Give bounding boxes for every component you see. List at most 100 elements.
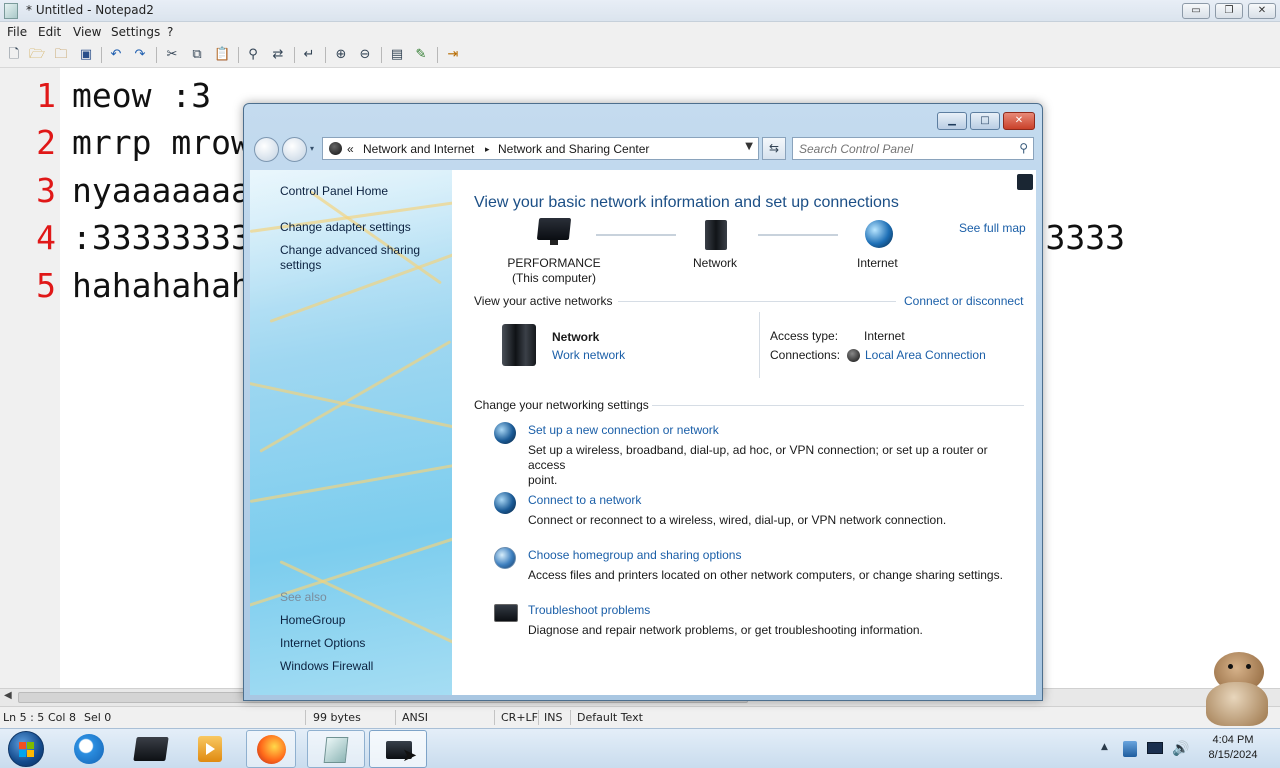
status-insert-mode: INS [544,711,563,724]
action-center-icon[interactable] [1123,741,1137,757]
windows-firewall-link[interactable]: Windows Firewall [280,659,373,674]
network-tray-icon[interactable] [1147,742,1163,754]
help-icon[interactable] [1017,174,1033,190]
search-input[interactable] [799,141,1007,157]
access-type-value: Internet [864,329,905,343]
internet-options-link[interactable]: Internet Options [280,636,365,651]
text-line[interactable]: mrrp mrow [72,123,251,162]
breadcrumb-sharing-center[interactable]: Network and Sharing Center [498,142,649,156]
network-sharing-center-window[interactable]: ▁ □ ✕ ▾ « Network and Internet ▸ Network… [243,103,1043,701]
task-pane: Control Panel Home Change adapter settin… [250,170,452,695]
cp-minimize-button[interactable]: ▁ [937,112,967,130]
cp-close-button[interactable]: ✕ [1003,112,1035,130]
control-panel-icon [329,142,342,155]
troubleshoot-icon[interactable] [494,604,518,622]
firefox-taskbar-button[interactable] [246,730,296,768]
restore-button[interactable]: ❐ [1215,3,1243,19]
network-location-type-link[interactable]: Work network [552,348,625,362]
status-position: Ln 5 : 5 [3,711,45,724]
save-icon[interactable]: ▣ [78,47,94,63]
line-number: 2 [36,123,56,162]
homegroup-icon[interactable] [494,547,516,569]
taskbar: ➤ ▲ 🔊 4:04 PM 8/15/2024 [0,728,1280,768]
volume-icon[interactable]: 🔊 [1172,741,1189,757]
show-hidden-icons-icon[interactable]: ▲ [1101,742,1108,752]
minimize-button[interactable]: ▭ [1182,3,1210,19]
menu-help[interactable]: ? [167,25,173,39]
text-line[interactable]: meow :3 [72,76,211,115]
address-bar[interactable]: « Network and Internet ▸ Network and Sha… [322,137,759,160]
forward-button[interactable] [282,137,307,162]
menu-file[interactable]: File [7,25,27,39]
change-advanced-sharing-link[interactable]: Change advanced sharing settings [280,243,420,273]
word-wrap-icon[interactable]: ↵ [301,47,317,63]
undo-icon[interactable]: ↶ [108,47,124,63]
clock[interactable]: 4:04 PM 8/15/2024 [1193,733,1273,763]
connect-to-network-link[interactable]: Connect to a network [528,493,641,507]
replace-icon[interactable]: ⇄ [270,47,286,63]
local-area-connection-link[interactable]: Local Area Connection [865,348,986,362]
internet-explorer-icon[interactable] [74,734,104,764]
customize-scheme-icon[interactable]: ✎ [413,47,429,63]
computer-icon [536,218,572,246]
zoom-out-icon[interactable]: ⊖ [357,47,373,63]
connect-or-disconnect-link[interactable]: Connect or disconnect [904,294,1023,308]
line-number: 4 [36,218,56,257]
line-number: 1 [36,76,56,115]
menu-view[interactable]: View [73,25,101,39]
troubleshoot-link[interactable]: Troubleshoot problems [528,603,650,617]
scheme-icon[interactable]: ▤ [389,47,405,63]
cp-maximize-button[interactable]: □ [970,112,1000,130]
open-folder-icon[interactable]: 🗁 [29,47,45,63]
map-network-label[interactable]: Network [693,256,737,270]
ethernet-connection-icon [847,349,860,362]
new-file-icon[interactable]: 🗋 [6,47,22,63]
zoom-in-icon[interactable]: ⊕ [333,47,349,63]
cut-icon[interactable]: ✂ [164,47,180,63]
browse-icon[interactable]: 🗀 [53,47,69,63]
search-icon[interactable]: ⚲ [1019,141,1028,155]
see-also-heading: See also [280,590,327,604]
status-selection: Sel 0 [84,711,112,724]
map-computer-label[interactable]: PERFORMANCE (This computer) [504,256,604,286]
connect-to-network-description: Connect or reconnect to a wireless, wire… [528,513,947,527]
homegroup-link[interactable]: HomeGroup [280,613,345,628]
exit-icon[interactable]: ⇥ [445,47,461,63]
menu-settings[interactable]: Settings [111,25,160,39]
media-player-icon[interactable] [198,736,222,762]
start-button[interactable] [8,731,44,767]
status-scheme: Default Text [577,711,643,724]
new-connection-icon[interactable] [494,422,516,444]
troubleshoot-description: Diagnose and repair network problems, or… [528,623,923,637]
recent-pages-chevron-icon[interactable]: ▾ [310,144,314,153]
notepad-title-bar[interactable]: * Untitled - Notepad2 ▭ ❐ ✕ [0,0,1280,22]
homegroup-sharing-link[interactable]: Choose homegroup and sharing options [528,548,741,562]
media-center-icon[interactable] [133,737,169,761]
setup-connection-link[interactable]: Set up a new connection or network [528,423,719,437]
scroll-left-arrow-icon[interactable]: ◀ [4,690,12,701]
status-column: Col 8 [48,711,76,724]
refresh-icon[interactable]: ⇆ [762,137,786,160]
map-internet-label[interactable]: Internet [857,256,898,270]
search-box[interactable]: ⚲ [792,137,1034,160]
menu-edit[interactable]: Edit [38,25,61,39]
main-content: View your basic network information and … [452,170,1036,695]
control-panel-taskbar-button[interactable] [369,730,427,768]
back-button[interactable] [254,137,279,162]
close-button[interactable]: ✕ [1248,3,1276,19]
breadcrumb-separator-icon[interactable]: ▸ [485,144,490,155]
connect-network-icon[interactable] [494,492,516,514]
change-adapter-settings-link[interactable]: Change adapter settings [280,220,411,235]
paste-icon[interactable]: 📋 [214,47,230,63]
breadcrumb-network-internet[interactable]: Network and Internet [363,142,474,156]
network-location-icon[interactable] [502,324,536,366]
copy-icon[interactable]: ⧉ [189,47,205,63]
see-full-map-link[interactable]: See full map [959,221,1026,235]
breadcrumb-overflow[interactable]: « [347,142,354,156]
redo-icon[interactable]: ↷ [132,47,148,63]
address-dropdown-icon[interactable]: ▼ [745,141,753,152]
notepad2-taskbar-button[interactable] [307,730,365,768]
find-icon[interactable]: ⚲ [245,47,261,63]
control-panel-home-link[interactable]: Control Panel Home [280,184,388,199]
setup-connection-description: Set up a wireless, broadband, dial-up, a… [528,443,988,487]
